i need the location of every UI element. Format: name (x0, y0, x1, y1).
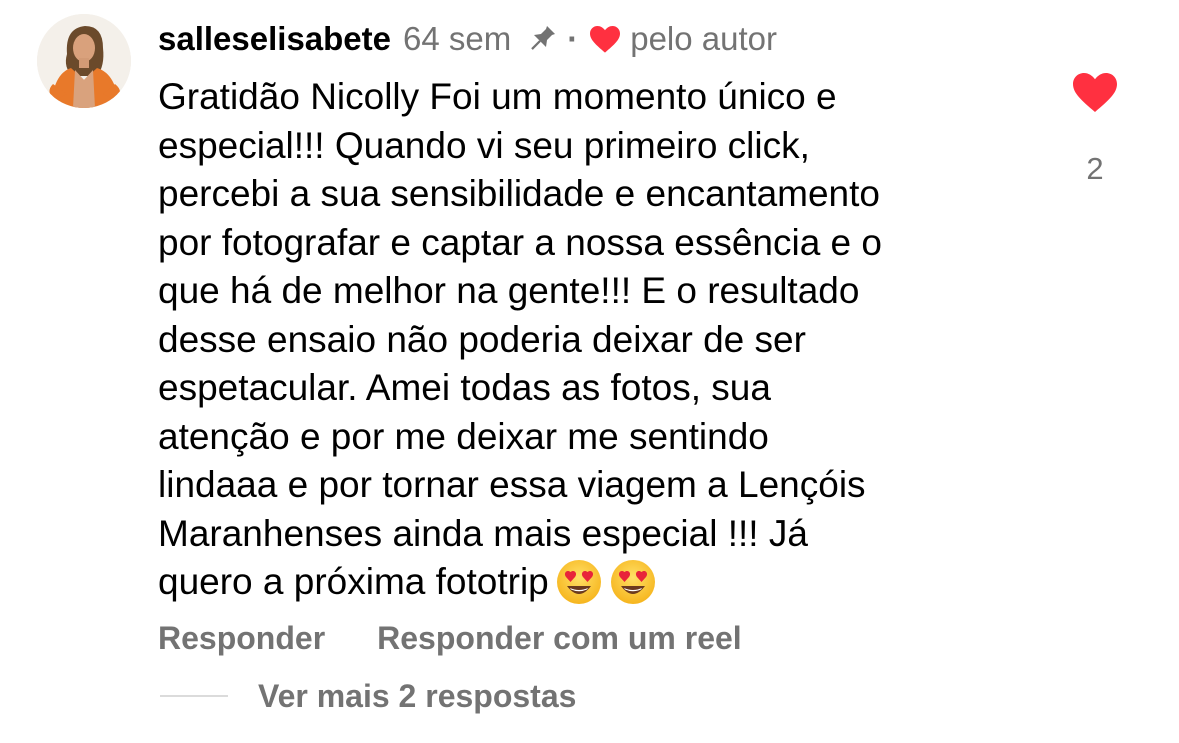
comment-line: que há de melhor na gente!!! E o resulta… (158, 270, 860, 311)
replies-divider (160, 695, 228, 697)
reply-with-reel-button[interactable]: Responder com um reel (377, 616, 742, 660)
comment-line: quero a próxima fototrip (158, 561, 549, 602)
separator: · (567, 20, 579, 57)
comment-line: atenção e por me deixar me sentindo (158, 415, 769, 457)
view-more-replies-label[interactable]: Ver mais 2 respostas (258, 674, 576, 718)
like-column: 2 (1066, 70, 1124, 189)
heart-eyes-emoji (609, 558, 657, 619)
liked-by-author-label: pelo autor (630, 20, 777, 57)
avatar[interactable] (37, 14, 131, 108)
comment-line: percebi a sua sensibilidade e encantamen… (158, 173, 880, 214)
like-count[interactable]: 2 (1086, 149, 1103, 189)
comment-line: especial!!! Quando vi seu primeiro click… (158, 124, 810, 166)
pin-icon (525, 22, 559, 56)
view-more-replies[interactable]: Ver mais 2 respostas (160, 674, 576, 718)
comment-line: por fotografar e captar a nossa essência… (158, 221, 882, 263)
timestamp[interactable]: 64 sem (403, 16, 511, 62)
comment-line: Gratidão Nicolly Foi um momento único e (158, 76, 837, 117)
comment-line: desse ensaio não poderia deixar de ser (158, 318, 806, 360)
comment-line: lindaaa e por tornar essa viagem a Lençó… (158, 464, 866, 505)
comment-line: Maranhenses ainda mais especial !!! Já (158, 512, 808, 554)
heart-icon (588, 24, 622, 54)
heart-eyes-emoji (555, 558, 603, 619)
comment: salleselisabete 64 sem · pelo autor Grat… (0, 0, 1179, 743)
comment-actions: Responder Responder com um reel (158, 616, 742, 660)
comment-header: salleselisabete 64 sem · pelo autor (158, 16, 777, 62)
comment-text: Gratidão Nicolly Foi um momento único e … (158, 73, 1038, 619)
username[interactable]: salleselisabete (158, 16, 391, 62)
like-heart-icon[interactable] (1071, 70, 1119, 119)
comment-line: espetacular. Amei todas as fotos, sua (158, 367, 771, 408)
reply-button[interactable]: Responder (158, 616, 325, 660)
avatar-image (37, 14, 131, 108)
